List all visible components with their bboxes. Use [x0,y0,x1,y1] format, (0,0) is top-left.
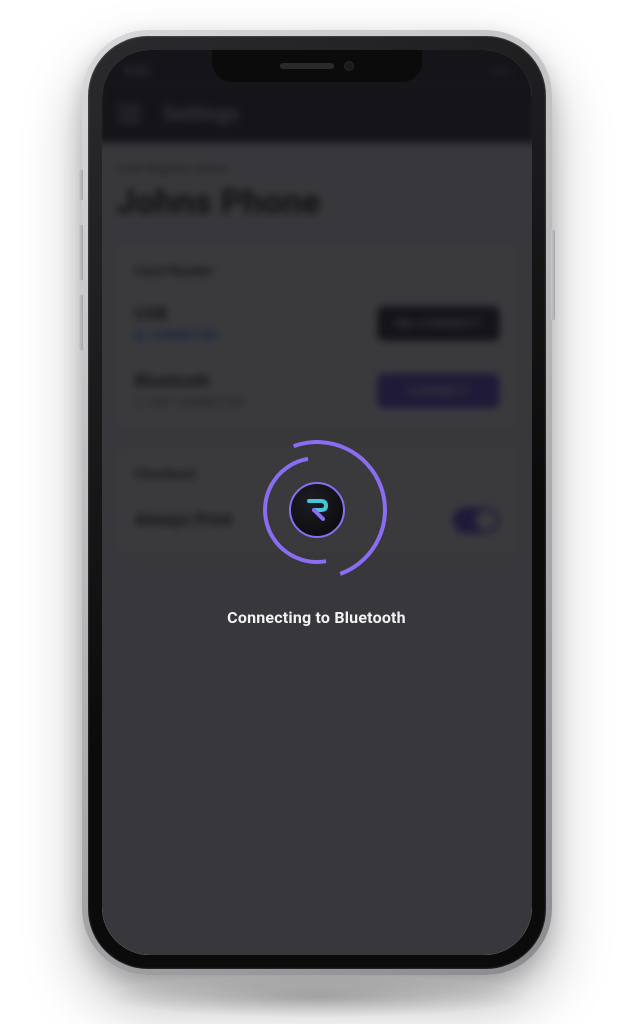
loading-overlay: Connecting to Bluetooth [102,50,532,955]
mute-switch [79,170,83,200]
phone-frame: 9:41 •••• Settings Cash Register Name Jo… [82,30,552,975]
phone-bezel: 9:41 •••• Settings Cash Register Name Jo… [88,36,546,969]
volume-down-button [79,295,83,350]
app-logo-icon [289,482,345,538]
phone-shadow [102,976,532,1018]
device-notch [212,50,422,82]
speaker-icon [280,63,334,69]
spinner-icon [247,440,387,580]
front-camera-icon [344,61,354,71]
loading-message: Connecting to Bluetooth [227,608,406,627]
power-button [551,230,555,320]
screen: 9:41 •••• Settings Cash Register Name Jo… [102,50,532,955]
volume-up-button [79,225,83,280]
